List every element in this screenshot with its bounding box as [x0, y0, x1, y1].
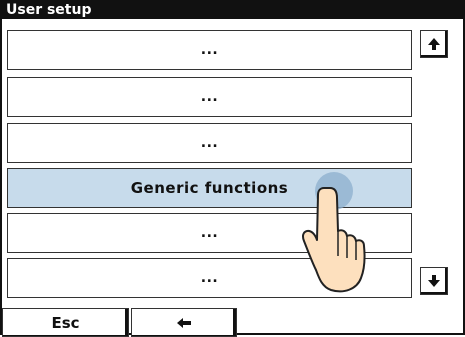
scroll-up-button[interactable]: [420, 30, 448, 58]
back-button[interactable]: [131, 308, 237, 337]
menu-list: ... ... ... Generic functions ... ...: [2, 2, 465, 337]
arrow-up-icon: [428, 38, 440, 50]
pointing-hand-icon: [302, 187, 366, 293]
arrow-down-icon: [428, 275, 440, 287]
scroll-down-button[interactable]: [420, 267, 448, 295]
menu-item-1[interactable]: ...: [7, 30, 412, 70]
esc-label: Esc: [51, 313, 80, 332]
menu-item-3[interactable]: ...: [7, 123, 412, 163]
arrow-left-icon: [177, 317, 191, 328]
menu-item-label: Generic functions: [130, 179, 289, 197]
menu-item-label: ...: [200, 270, 219, 286]
app-window: User setup ... ... ... Generic functions…: [0, 0, 465, 337]
esc-button[interactable]: Esc: [2, 308, 129, 337]
menu-item-label: ...: [200, 135, 219, 151]
menu-item-label: ...: [200, 89, 219, 105]
menu-item-label: ...: [200, 225, 219, 241]
menu-item-label: ...: [200, 42, 219, 58]
menu-item-2[interactable]: ...: [7, 77, 412, 117]
